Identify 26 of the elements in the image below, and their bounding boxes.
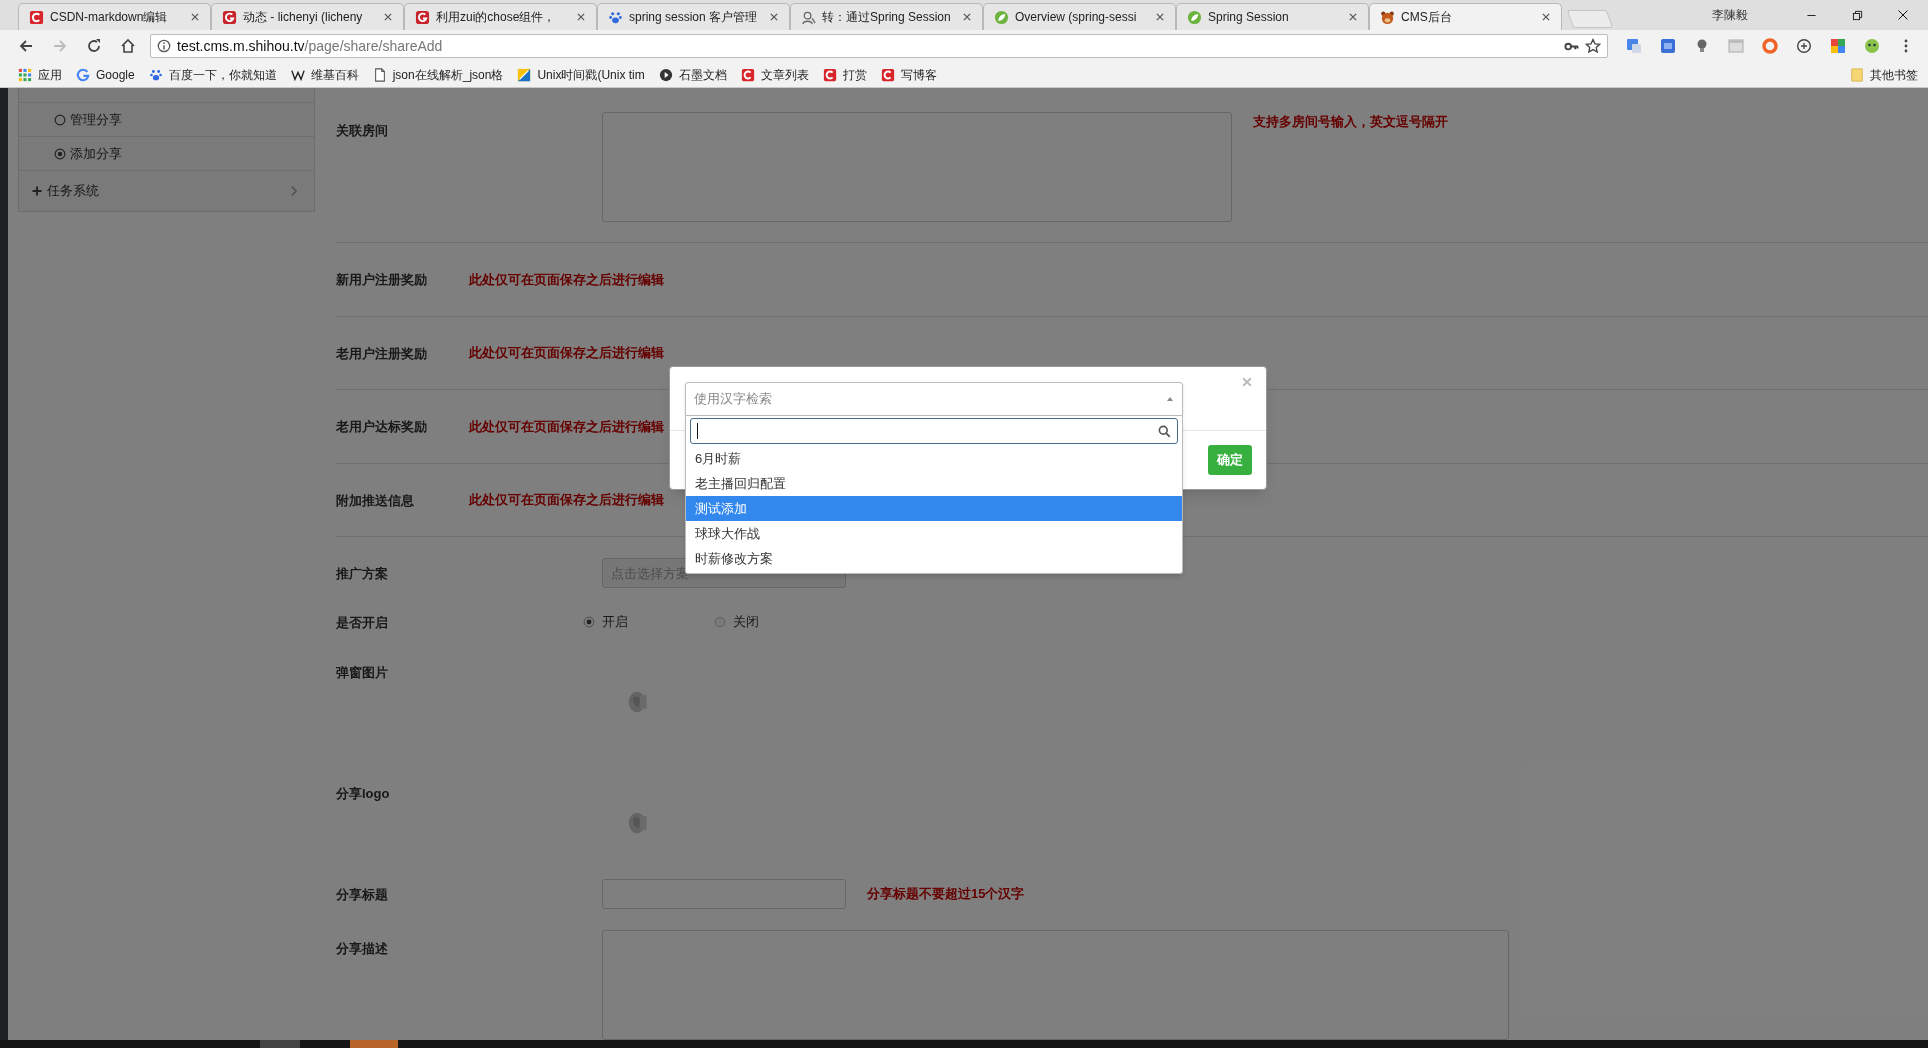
tab-title: Spring Session — [1208, 9, 1290, 26]
note-text: 此处仅可在页面保存之后进行编辑 — [469, 344, 664, 362]
tab-title: 动态 - lichenyi (licheny — [243, 9, 364, 26]
url-text: test.cms.m.shihou.tv/page/share/shareAdd — [177, 36, 444, 56]
field-label: 老用户达标奖励 — [336, 419, 427, 435]
field-label: 分享标题 — [336, 887, 388, 902]
note-text: 此处仅可在页面保存之后进行编辑 — [469, 491, 664, 509]
tab-title: Overview (spring-sessi — [1015, 9, 1138, 26]
tab-title: 利用zui的chose组件， — [436, 9, 557, 26]
note-text: 此处仅可在页面保存之后进行编辑 — [469, 417, 664, 436]
field-label: 新用户注册奖励 — [336, 272, 427, 288]
hint-text: 分享标题不要超过15个汉字 — [867, 885, 1025, 904]
hint-text: 支持多房间号输入，英文逗号隔开 — [1253, 113, 1448, 131]
field-label: 弹窗图片 — [336, 665, 388, 681]
field-label: 老用户注册奖励 — [336, 345, 427, 361]
tab-title: spring session 客户管理 — [629, 9, 759, 26]
note-text: 此处仅可在页面保存之后进行编辑 — [469, 270, 664, 289]
field-label: 推广方案 — [336, 566, 388, 581]
tab-title: CSDN-markdown编辑 — [50, 9, 169, 26]
tab-title: CMS后台 — [1401, 9, 1453, 26]
field-label: 附加推送信息 — [336, 492, 414, 508]
field-label: 是否开启 — [336, 615, 388, 631]
field-label: 分享描述 — [336, 941, 388, 956]
field-label: 分享logo — [336, 786, 390, 802]
tab-title: 转：通过Spring Session — [822, 9, 952, 26]
field-label: 关联房间 — [336, 123, 388, 138]
